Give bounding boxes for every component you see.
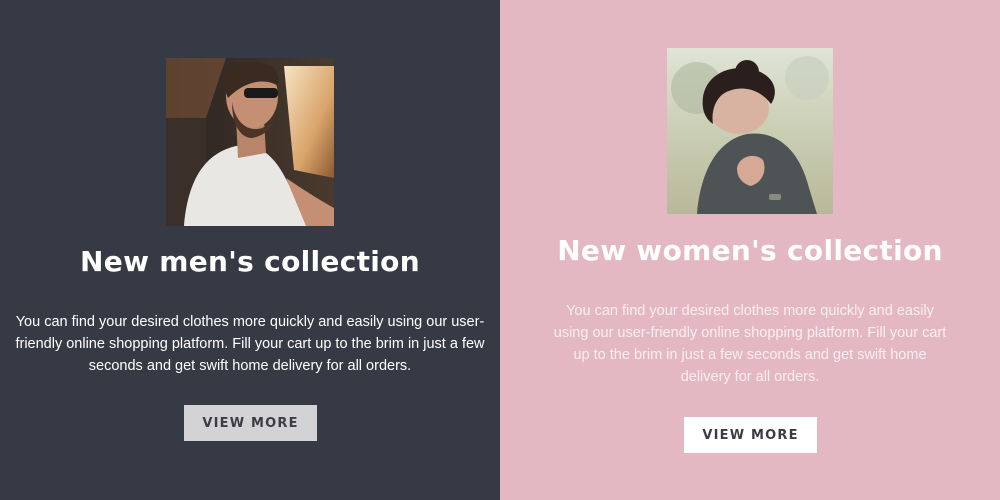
men-collection-description: You can find your desired clothes more q… [15,314,485,374]
men-collection-photo [166,58,334,226]
men-collection-title: New men's collection [80,245,420,278]
women-collection-photo [667,48,833,214]
women-collection-title: New women's collection [557,234,943,267]
collections-section: New men's collection You can find your d… [0,0,1000,500]
women-collection-panel: New women's collection You can find your… [500,0,1000,500]
man-in-car-image [166,58,334,226]
women-collection-description: You can find your desired clothes more q… [553,303,947,385]
men-collection-panel: New men's collection You can find your d… [0,0,500,500]
woman-outdoors-image [667,48,833,214]
men-view-more-button[interactable]: VIEW MORE [184,405,317,441]
women-view-more-button[interactable]: VIEW MORE [684,417,817,453]
